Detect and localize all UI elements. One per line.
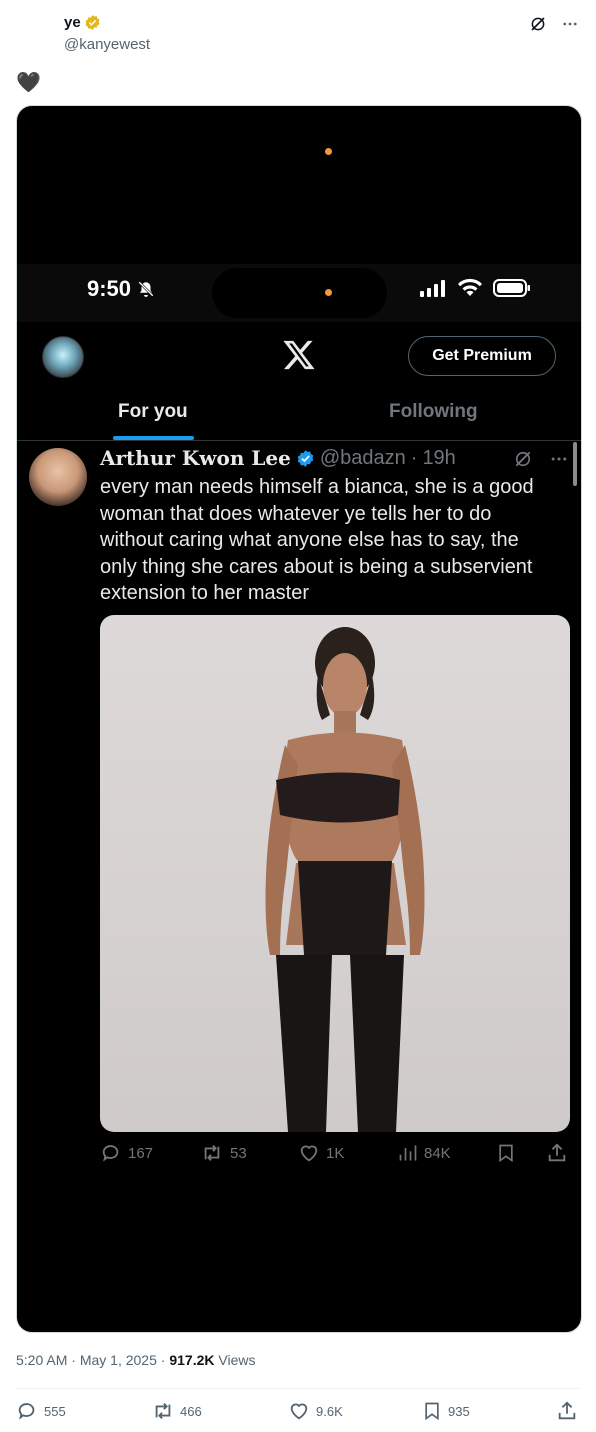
x-logo-icon[interactable] <box>282 339 316 377</box>
grok-icon[interactable] <box>528 14 548 34</box>
get-premium-button[interactable]: Get Premium <box>408 336 556 376</box>
like-button[interactable]: 9.6K <box>288 1400 343 1422</box>
inner-repost-icon <box>204 1145 220 1161</box>
author-avatar[interactable] <box>16 8 56 48</box>
scrollbar[interactable] <box>573 442 577 486</box>
inner-post-author-row[interactable]: Arthur Kwon Lee @badazn · 19h <box>100 446 456 470</box>
verified-badge-icon <box>84 14 101 31</box>
inner-verified-badge-icon <box>297 449 314 467</box>
battery-icon <box>493 279 530 297</box>
meta-separator-1: · <box>71 1352 76 1368</box>
tab-for-you[interactable]: For you <box>118 401 188 423</box>
signal-icon <box>420 280 445 297</box>
author-handle[interactable]: @kanyewest <box>64 36 150 53</box>
author-name-row[interactable]: ye <box>64 14 101 31</box>
actions-divider <box>16 1388 580 1389</box>
inner-post-actions: 167 53 1K 84K <box>100 1142 570 1166</box>
inner-post-handle[interactable]: @badazn <box>320 447 406 470</box>
camera-indicator-icon <box>325 148 332 155</box>
tweet-meta: 5:20 AM · May 1, 2025 · 917.2K Views <box>16 1352 255 1368</box>
share-button[interactable] <box>556 1400 578 1422</box>
bookmark-button[interactable]: 935 <box>422 1400 470 1422</box>
reply-count: 555 <box>44 1403 66 1419</box>
inner-repost-count: 53 <box>230 1144 247 1162</box>
inner-like-icon <box>300 1145 318 1162</box>
more-options-icon[interactable] <box>560 14 580 34</box>
tweet-actions: 555 466 9.6K 935 <box>16 1400 580 1424</box>
repost-button[interactable]: 466 <box>152 1400 202 1422</box>
inner-post-time[interactable]: 19h <box>422 447 455 470</box>
meta-separator-2: · <box>160 1352 166 1368</box>
inner-repost-button[interactable]: 53 <box>200 1142 247 1164</box>
status-time-text: 9:50 <box>87 276 132 301</box>
tweet-media-screenshot[interactable]: 9:50 Get Premium For you Following Arthu… <box>16 105 582 1333</box>
reply-button[interactable]: 555 <box>16 1400 66 1422</box>
tweet-text: 🖤 <box>16 72 41 94</box>
inner-views-icon <box>399 1145 417 1161</box>
inner-grok-icon[interactable] <box>513 449 533 469</box>
tab-divider <box>17 440 581 441</box>
tweet-top-actions <box>528 14 580 34</box>
dynamic-island <box>212 268 387 318</box>
status-icons <box>419 278 531 298</box>
repost-icon <box>155 1403 171 1419</box>
bookmark-count: 935 <box>448 1403 470 1419</box>
like-icon <box>290 1403 308 1420</box>
inner-post-author-name[interactable]: Arthur Kwon Lee <box>100 446 291 470</box>
author-display-name[interactable]: ye <box>64 14 81 31</box>
inner-share-icon <box>548 1143 566 1162</box>
inner-reply-button[interactable]: 167 <box>100 1142 153 1164</box>
inner-post-top-actions <box>513 449 569 469</box>
app-profile-avatar[interactable] <box>42 336 84 378</box>
inner-post-text: every man needs himself a bianca, she is… <box>100 476 534 604</box>
views-label: Views <box>218 1352 256 1368</box>
inner-more-options-icon[interactable] <box>549 449 569 469</box>
inner-bookmark-icon <box>499 1144 513 1163</box>
inner-post-avatar[interactable] <box>29 448 87 506</box>
inner-reply-count: 167 <box>128 1144 154 1162</box>
views-count: 917.2K <box>169 1352 215 1368</box>
share-icon <box>558 1401 576 1420</box>
repost-count: 466 <box>180 1403 202 1419</box>
tweet-date[interactable]: May 1, 2025 <box>80 1352 157 1368</box>
status-time: 9:50 <box>87 276 155 302</box>
inner-like-count: 1K <box>326 1144 345 1162</box>
bookmark-icon <box>425 1402 439 1421</box>
reply-icon <box>18 1403 35 1420</box>
privacy-dot-icon <box>325 289 332 296</box>
bell-muted-icon <box>138 281 154 297</box>
inner-reply-icon <box>102 1145 119 1162</box>
inner-like-button[interactable]: 1K <box>298 1142 344 1164</box>
inner-share-button[interactable] <box>546 1142 568 1164</box>
tweet-time[interactable]: 5:20 AM <box>16 1352 67 1368</box>
inner-views-button[interactable]: 84K <box>398 1142 451 1164</box>
inner-bookmark-button[interactable] <box>496 1142 516 1164</box>
person-photo-illustration <box>265 627 425 1132</box>
inner-post-separator: · <box>410 446 418 469</box>
like-count: 9.6K <box>316 1403 343 1419</box>
wifi-icon <box>458 278 482 296</box>
inner-post-photo[interactable] <box>100 615 570 1132</box>
inner-views-count: 84K <box>424 1144 451 1162</box>
tab-following[interactable]: Following <box>389 401 478 423</box>
